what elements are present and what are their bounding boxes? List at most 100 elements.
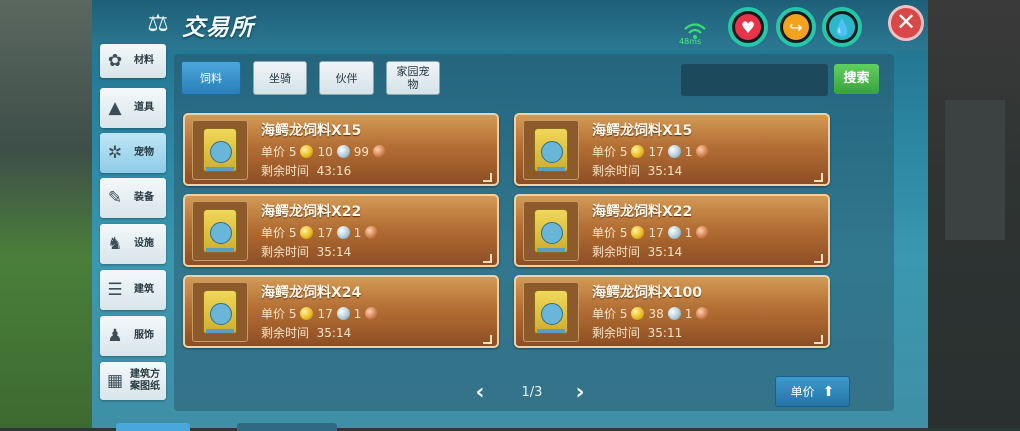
copper-coin-icon (696, 145, 710, 158)
listing-card[interactable]: 海鳄龙饲料X24 单价 5 17 1 剩余时间 35:14 (183, 275, 499, 348)
sidebar-item-label: 服饰 (134, 330, 154, 341)
listing-name: 海鳄龙饲料X22 (261, 204, 362, 220)
feed-bag-image (523, 282, 579, 342)
sidebar-item-label: 装备 (134, 192, 154, 203)
copper-coin-icon (696, 226, 710, 239)
prev-page-button[interactable]: ‹ (471, 382, 489, 404)
copper-coin-icon (365, 226, 379, 239)
expand-corner-icon (483, 335, 492, 344)
listing-price: 单价 5 10 99 (261, 143, 390, 160)
feed-bag-image (523, 120, 579, 180)
close-button[interactable]: ✕ (888, 5, 924, 41)
page-indicator: 1/3 (521, 385, 543, 400)
search-button[interactable]: 搜索 (834, 64, 879, 94)
sidebar-item-label: 设施 (134, 238, 154, 249)
silver-coin-icon (336, 307, 350, 320)
listing-price: 单价 5 17 1 (261, 305, 382, 322)
sidebar-item-equipment[interactable]: ✎ 装备 (100, 178, 166, 218)
listing-card[interactable]: 海鳄龙饲料X100 单价 5 38 1 剩余时间 35:11 (514, 275, 830, 348)
tab-mounts[interactable]: 坐骑 (253, 61, 307, 95)
listing-card[interactable]: 海鳄龙饲料X15 单价 5 10 99 剩余时间 43:16 (183, 113, 499, 186)
feed-bag-image (192, 282, 248, 342)
heart-icon: ♥ (735, 14, 761, 40)
tab-home-pets[interactable]: 家园宠 物 (386, 61, 440, 95)
listing-time: 剩余时间 35:14 (592, 245, 683, 259)
page-title: 交易所 (182, 15, 254, 41)
game-world-right (925, 0, 1020, 428)
listing-card[interactable]: 海鳄龙饲料X22 单价 5 17 1 剩余时间 35:14 (514, 194, 830, 267)
sort-by-price-button[interactable]: 单价 ⬆ (775, 376, 850, 407)
expand-corner-icon (483, 254, 492, 263)
cotton-icon: ✿ (107, 51, 123, 71)
sidebar-item-buildings[interactable]: ☰ 建筑 (100, 270, 166, 310)
listing-time: 剩余时间 43:16 (261, 164, 352, 178)
sidebar-item-pets[interactable]: ✲ 宠物 (100, 133, 166, 173)
silver-coin-icon (667, 145, 681, 158)
gold-coin-icon (300, 145, 314, 158)
gold-coin-icon (631, 145, 645, 158)
sidebar-item-label: 道具 (134, 102, 154, 113)
sidebar-item-materials[interactable]: ✿ 材料 (100, 44, 166, 78)
listing-time: 剩余时间 35:14 (592, 164, 683, 178)
silver-coin-icon (667, 226, 681, 239)
equipment-icon: ✎ (107, 188, 123, 208)
sidebar-item-clothing[interactable]: ♟ 服饰 (100, 316, 166, 356)
expand-corner-icon (814, 254, 823, 263)
listing-price: 单价 5 38 1 (592, 305, 713, 322)
gold-coin-icon (300, 226, 314, 239)
gold-coin-icon (631, 307, 645, 320)
tab-feed[interactable]: 饲料 (181, 61, 241, 95)
copper-coin-icon (365, 307, 379, 320)
listing-name: 海鳄龙饲料X24 (261, 285, 362, 301)
expand-corner-icon (483, 173, 492, 182)
listing-time: 剩余时间 35:14 (261, 245, 352, 259)
listing-name: 海鳄龙饲料X100 (592, 285, 703, 301)
expand-corner-icon (814, 173, 823, 182)
copper-coin-icon (696, 307, 710, 320)
health-gauge[interactable]: ♥ (728, 7, 768, 47)
next-page-button[interactable]: › (571, 382, 589, 404)
feed-bag-image (192, 201, 248, 261)
gold-coin-icon (631, 226, 645, 239)
sort-arrow-icon: ⬆ (822, 383, 835, 400)
blueprint-icon: ▦ (106, 371, 124, 391)
paw-icon: ✲ (107, 143, 123, 163)
listing-name: 海鳄龙饲料X15 (592, 123, 693, 139)
silver-coin-icon (336, 145, 350, 158)
sidebar-item-facilities[interactable]: ♞ 设施 (100, 224, 166, 264)
food-icon: ↪ (783, 14, 809, 40)
sidebar-item-tools[interactable]: ▲ 道具 (100, 88, 166, 128)
sidebar-item-label: 宠物 (134, 147, 154, 158)
listing-name: 海鳄龙饲料X22 (592, 204, 693, 220)
clothing-icon: ♟ (107, 326, 123, 346)
ping-readout: 48ms (679, 37, 702, 46)
scales-icon: ⚖ (147, 9, 169, 37)
sidebar-item-label: 建筑方 案图纸 (130, 369, 160, 392)
bottom-tab-left[interactable] (116, 423, 190, 431)
listing-card[interactable]: 海鳄龙饲料X15 单价 5 17 1 剩余时间 35:14 (514, 113, 830, 186)
silver-coin-icon (336, 226, 350, 239)
sidebar-item-blueprints[interactable]: ▦ 建筑方 案图纸 (100, 362, 166, 400)
hunger-gauge[interactable]: ↪ (776, 7, 816, 47)
water-gauge[interactable]: 💧 (822, 7, 862, 47)
copper-coin-icon (373, 145, 387, 158)
tab-partners[interactable]: 伙伴 (319, 61, 374, 95)
expand-corner-icon (814, 335, 823, 344)
tool-icon: ▲ (108, 98, 122, 118)
feed-bag-image (523, 201, 579, 261)
search-input[interactable] (681, 64, 828, 96)
listing-card[interactable]: 海鳄龙饲料X22 单价 5 17 1 剩余时间 35:14 (183, 194, 499, 267)
silver-coin-icon (667, 307, 681, 320)
listing-name: 海鳄龙饲料X15 (261, 123, 362, 139)
listing-price: 单价 5 17 1 (592, 143, 713, 160)
bottom-tab-right[interactable] (237, 423, 337, 431)
sort-label: 单价 (790, 385, 815, 399)
building-icon: ☰ (107, 280, 123, 300)
sidebar-item-label: 材料 (134, 55, 154, 66)
game-world-left (0, 0, 95, 428)
feed-bag-image (192, 120, 248, 180)
listing-price: 单价 5 17 1 (592, 224, 713, 241)
listing-price: 单价 5 17 1 (261, 224, 382, 241)
sidebar-item-label: 建筑 (134, 284, 154, 295)
listing-time: 剩余时间 35:11 (592, 326, 683, 340)
